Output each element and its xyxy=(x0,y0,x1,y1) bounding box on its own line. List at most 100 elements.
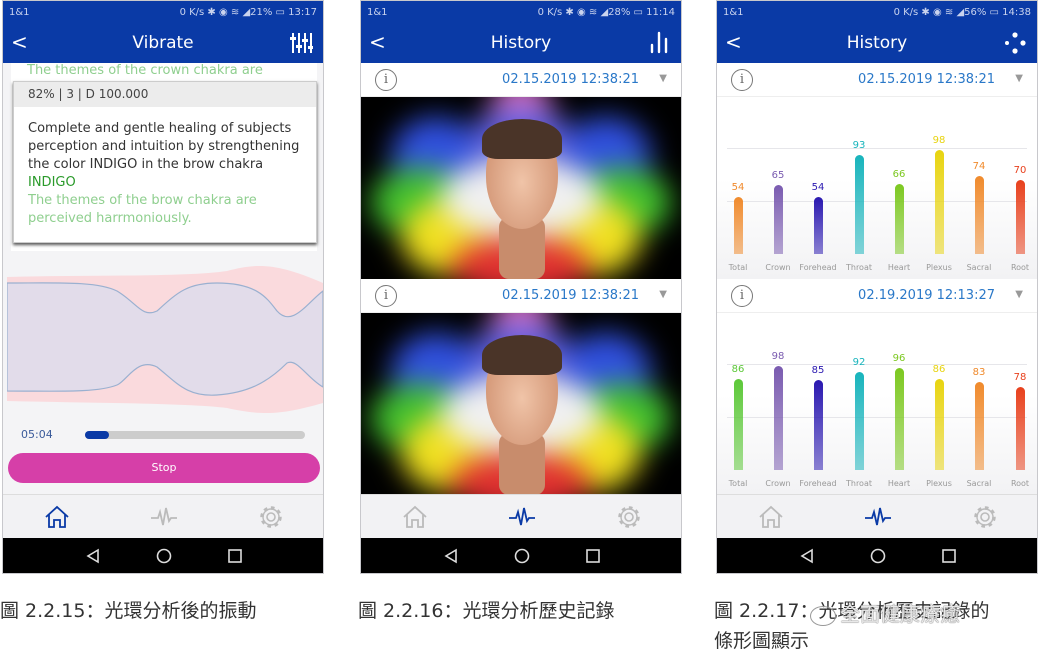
info-icon[interactable]: i xyxy=(731,69,753,91)
bar-root[interactable] xyxy=(1015,387,1025,470)
pulse-icon[interactable] xyxy=(150,503,178,531)
bar-value-label: 54 xyxy=(731,181,745,193)
back-icon[interactable]: < xyxy=(725,30,742,54)
card-body: Complete and gentle healing of subjects … xyxy=(28,121,300,172)
category-label: Throat xyxy=(845,479,872,488)
recents-square-icon[interactable] xyxy=(941,548,957,564)
app-header: < History xyxy=(361,23,681,63)
entry-date: 02.19.2019 12:13:27 xyxy=(858,288,995,303)
progress-bar[interactable] xyxy=(85,431,305,439)
bar-value-label: 98 xyxy=(932,135,946,147)
page-title: Vibrate xyxy=(132,33,194,53)
carrier: 1&1 xyxy=(723,6,744,18)
home-circle-icon[interactable] xyxy=(870,548,886,564)
bottom-nav xyxy=(717,494,1037,538)
settings-icon[interactable] xyxy=(615,503,643,531)
category-label: Forehead xyxy=(799,479,837,488)
bar-forehead[interactable] xyxy=(813,379,823,470)
settings-icon[interactable] xyxy=(257,503,285,531)
aura-dots-icon[interactable] xyxy=(1003,31,1027,55)
status-right: 0 K/s ✱ ◉ ≋ ◢21% ▭ 13:17 xyxy=(179,6,317,18)
pulse-icon[interactable] xyxy=(508,503,536,531)
home-circle-icon[interactable] xyxy=(156,548,172,564)
content-panel: The themes of the crown chakra are 82% |… xyxy=(11,63,317,251)
caption-figure-2-2-15: 圖 2.2.15：光環分析後的振動 xyxy=(0,600,257,622)
bar-sacral[interactable] xyxy=(974,382,984,470)
bar-value-label: 74 xyxy=(972,160,986,172)
category-label: Crown xyxy=(765,263,791,272)
category-label: Sacral xyxy=(966,479,992,488)
watermark: 全面健康療癒 xyxy=(810,598,960,627)
info-icon[interactable]: i xyxy=(375,285,397,307)
stop-button[interactable]: Stop xyxy=(8,453,320,483)
settings-icon[interactable] xyxy=(971,503,999,531)
back-triangle-icon[interactable] xyxy=(443,548,459,564)
dropdown-arrow-icon[interactable]: ▼ xyxy=(659,73,667,84)
dropdown-arrow-icon[interactable]: ▼ xyxy=(659,289,667,300)
chakra-card[interactable]: 82% | 3 | D 100.000 Complete and gentle … xyxy=(13,81,317,243)
dropdown-arrow-icon[interactable]: ▼ xyxy=(1015,289,1023,300)
home-circle-icon[interactable] xyxy=(514,548,530,564)
phone-vibrate: 1&1 0 K/s ✱ ◉ ≋ ◢21% ▭ 13:17 < Vibrate Th… xyxy=(2,0,324,574)
bar-heart[interactable] xyxy=(894,368,904,470)
bar-value-label: 98 xyxy=(771,351,785,363)
bar-chart-icon[interactable] xyxy=(647,31,671,55)
status-right: 0 K/s ✱ ◉ ≋ ◢56% ▭ 14:38 xyxy=(893,6,1031,18)
bar-crown[interactable] xyxy=(773,366,783,470)
home-icon[interactable] xyxy=(757,503,785,531)
back-icon[interactable]: < xyxy=(11,30,28,54)
bar-sacral[interactable] xyxy=(974,175,984,254)
bar-value-label: 83 xyxy=(972,367,986,379)
history-entry-header[interactable]: i 02.19.2019 12:13:27 ▼ xyxy=(717,279,1037,313)
history-entry-header[interactable]: i 02.15.2019 12:38:21 ▼ xyxy=(717,63,1037,97)
category-label: Forehead xyxy=(799,263,837,272)
phone-history-bars: 1&1 0 K/s ✱ ◉ ≋ ◢56% ▭ 14:38 < History i 0… xyxy=(716,0,1038,574)
home-icon[interactable] xyxy=(401,503,429,531)
info-icon[interactable]: i xyxy=(731,285,753,307)
progress-fill xyxy=(85,431,110,439)
category-label: Throat xyxy=(845,263,872,272)
back-triangle-icon[interactable] xyxy=(85,548,101,564)
dropdown-arrow-icon[interactable]: ▼ xyxy=(1015,73,1023,84)
back-triangle-icon[interactable] xyxy=(799,548,815,564)
bar-throat[interactable] xyxy=(854,372,864,470)
bar-plexus[interactable] xyxy=(934,378,944,470)
bar-value-label: 70 xyxy=(1013,164,1027,176)
bar-value-label: 78 xyxy=(1013,372,1027,384)
bar-plexus[interactable] xyxy=(934,150,944,254)
bar-value-label: 65 xyxy=(771,170,785,182)
status-bar: 1&1 0 K/s ✱ ◉ ≋ ◢21% ▭ 13:17 xyxy=(3,1,323,23)
bar-root[interactable] xyxy=(1015,179,1025,254)
equalizer-sliders-icon[interactable] xyxy=(289,31,313,55)
bar-value-label: 92 xyxy=(852,357,866,369)
back-icon[interactable]: < xyxy=(369,30,386,54)
carrier: 1&1 xyxy=(9,6,30,18)
home-icon[interactable] xyxy=(43,503,71,531)
bar-value-label: 86 xyxy=(932,363,946,375)
history-entry-header[interactable]: i 02.15.2019 12:38:21 ▼ xyxy=(361,279,681,313)
hair xyxy=(482,119,562,159)
bar-throat[interactable] xyxy=(854,155,864,254)
entry-date: 02.15.2019 12:38:21 xyxy=(502,72,639,87)
recents-square-icon[interactable] xyxy=(227,548,243,564)
bar-heart[interactable] xyxy=(894,184,904,254)
bar-forehead[interactable] xyxy=(813,196,823,254)
bar-total[interactable] xyxy=(733,196,743,254)
wechat-icon xyxy=(810,605,836,626)
android-nav-bar xyxy=(717,538,1037,573)
pulse-icon[interactable] xyxy=(864,503,892,531)
history-entry-header[interactable]: i 02.15.2019 12:38:21 ▼ xyxy=(361,63,681,97)
carrier: 1&1 xyxy=(367,6,388,18)
aura-image xyxy=(361,313,681,495)
category-label: Heart xyxy=(887,479,911,488)
bar-total[interactable] xyxy=(733,378,743,470)
info-icon[interactable]: i xyxy=(375,69,397,91)
recents-square-icon[interactable] xyxy=(585,548,601,564)
phone-history-aura: 1&1 0 K/s ✱ ◉ ≋ ◢28% ▭ 11:14 < History i 0… xyxy=(360,0,682,574)
caption-figure-2-2-17-line2: 條形圖顯示 xyxy=(714,630,810,652)
previous-chakra-text: The themes of the crown chakra are xyxy=(27,63,263,78)
bar-crown[interactable] xyxy=(773,185,783,254)
category-label: Crown xyxy=(765,479,791,488)
chakra-bar-chart: 86 Total 98 Crown 85 Forehead 92 Throat 96 Heart 8… xyxy=(717,313,1037,495)
watermark-text: 全面健康療癒 xyxy=(840,602,960,626)
